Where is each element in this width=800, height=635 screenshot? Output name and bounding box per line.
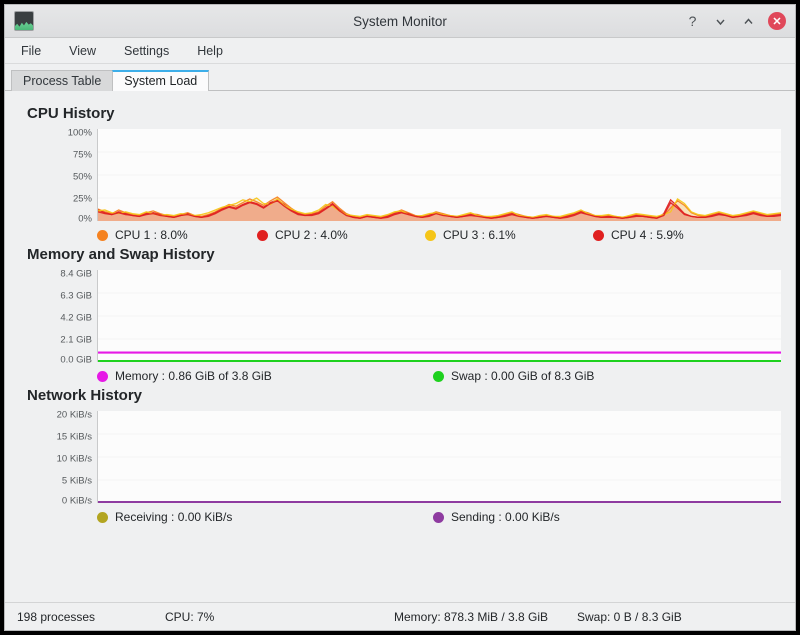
- net-ytick-15: 15 KiB/s: [57, 431, 92, 442]
- menu-item-file[interactable]: File: [19, 42, 43, 60]
- cpu-ytick-75: 75%: [73, 149, 92, 160]
- cpu-y-axis: 100% 75% 50% 25% 0%: [19, 129, 97, 221]
- app-icon: [14, 11, 34, 31]
- status-cpu: CPU: 7%: [165, 610, 214, 624]
- swap-color-dot: [433, 371, 444, 382]
- memory-history-title: Memory and Swap History: [27, 246, 781, 263]
- status-processes: 198 processes: [17, 610, 95, 624]
- legend-sending: Sending : 0.00 KiB/s: [433, 510, 560, 524]
- net-ytick-20: 20 KiB/s: [57, 409, 92, 420]
- legend-memory-label: Memory : 0.86 GiB of 3.8 GiB: [115, 369, 272, 383]
- system-monitor-window: System Monitor ? ✕ File View Settings He…: [4, 4, 796, 631]
- legend-memory: Memory : 0.86 GiB of 3.8 GiB: [97, 369, 433, 383]
- system-load-content: CPU History 100% 75% 50% 25% 0% CPU 1 : …: [5, 91, 795, 602]
- network-history-plot: [97, 411, 781, 503]
- minimize-button[interactable]: [712, 13, 729, 30]
- window-controls: ? ✕: [684, 12, 786, 30]
- cpu-ytick-0: 0%: [78, 214, 92, 225]
- receiving-color-dot: [97, 512, 108, 523]
- tab-system-load[interactable]: System Load: [112, 70, 209, 91]
- cpu-legend: CPU 1 : 8.0% CPU 2 : 4.0% CPU 3 : 6.1% C…: [97, 228, 781, 242]
- cpu-3-color-dot: [425, 230, 436, 241]
- legend-cpu-3-label: CPU 3 : 6.1%: [443, 228, 516, 242]
- cpu-2-color-dot: [257, 230, 268, 241]
- cpu-ytick-50: 50%: [73, 171, 92, 182]
- status-memory: Memory: 878.3 MiB / 3.8 GiB: [394, 610, 548, 624]
- legend-receiving-label: Receiving : 0.00 KiB/s: [115, 510, 232, 524]
- title-bar: System Monitor ? ✕: [5, 5, 795, 38]
- sending-color-dot: [433, 512, 444, 523]
- memory-history-section: Memory and Swap History 8.4 GiB 6.3 GiB …: [19, 246, 781, 383]
- network-history-section: Network History 20 KiB/s 15 KiB/s 10 KiB…: [19, 387, 781, 524]
- cpu-ytick-25: 25%: [73, 193, 92, 204]
- network-history-title: Network History: [27, 387, 781, 404]
- mem-ytick-42: 4.2 GiB: [60, 312, 92, 323]
- maximize-button[interactable]: [740, 13, 757, 30]
- net-ytick-10: 10 KiB/s: [57, 453, 92, 464]
- status-bar: 198 processes CPU: 7% Memory: 878.3 MiB …: [5, 602, 795, 630]
- tab-bar: Process Table System Load: [5, 64, 795, 91]
- menu-item-help[interactable]: Help: [195, 42, 225, 60]
- legend-swap: Swap : 0.00 GiB of 8.3 GiB: [433, 369, 594, 383]
- close-button[interactable]: ✕: [768, 12, 786, 30]
- mem-ytick-63: 6.3 GiB: [60, 290, 92, 301]
- legend-cpu-2-label: CPU 2 : 4.0%: [275, 228, 348, 242]
- legend-cpu-1: CPU 1 : 8.0%: [97, 228, 257, 242]
- legend-cpu-3: CPU 3 : 6.1%: [425, 228, 593, 242]
- mem-ytick-0: 0.0 GiB: [60, 355, 92, 366]
- legend-cpu-4-label: CPU 4 : 5.9%: [611, 228, 684, 242]
- legend-cpu-2: CPU 2 : 4.0%: [257, 228, 425, 242]
- help-button[interactable]: ?: [684, 13, 701, 30]
- memory-y-axis: 8.4 GiB 6.3 GiB 4.2 GiB 2.1 GiB 0.0 GiB: [19, 270, 97, 362]
- net-ytick-0: 0 KiB/s: [62, 496, 92, 507]
- cpu-4-color-dot: [593, 230, 604, 241]
- legend-cpu-4: CPU 4 : 5.9%: [593, 228, 684, 242]
- net-ytick-5: 5 KiB/s: [62, 475, 92, 486]
- memory-history-plot: [97, 270, 781, 362]
- legend-swap-label: Swap : 0.00 GiB of 8.3 GiB: [451, 369, 594, 383]
- legend-cpu-1-label: CPU 1 : 8.0%: [115, 228, 188, 242]
- mem-ytick-84: 8.4 GiB: [60, 268, 92, 279]
- memory-color-dot: [97, 371, 108, 382]
- cpu-1-color-dot: [97, 230, 108, 241]
- tab-process-table[interactable]: Process Table: [11, 70, 113, 91]
- legend-receiving: Receiving : 0.00 KiB/s: [97, 510, 433, 524]
- window-title: System Monitor: [5, 14, 795, 29]
- cpu-history-plot: [97, 129, 781, 221]
- status-swap: Swap: 0 B / 8.3 GiB: [577, 610, 682, 624]
- menu-item-settings[interactable]: Settings: [122, 42, 171, 60]
- mem-ytick-21: 2.1 GiB: [60, 334, 92, 345]
- cpu-history-title: CPU History: [27, 105, 781, 122]
- menu-bar: File View Settings Help: [5, 38, 795, 64]
- menu-item-view[interactable]: View: [67, 42, 98, 60]
- memory-legend: Memory : 0.86 GiB of 3.8 GiB Swap : 0.00…: [97, 369, 781, 383]
- network-y-axis: 20 KiB/s 15 KiB/s 10 KiB/s 5 KiB/s 0 KiB…: [19, 411, 97, 503]
- cpu-ytick-100: 100%: [68, 127, 92, 138]
- legend-sending-label: Sending : 0.00 KiB/s: [451, 510, 560, 524]
- cpu-history-section: CPU History 100% 75% 50% 25% 0% CPU 1 : …: [19, 105, 781, 242]
- network-legend: Receiving : 0.00 KiB/s Sending : 0.00 Ki…: [97, 510, 781, 524]
